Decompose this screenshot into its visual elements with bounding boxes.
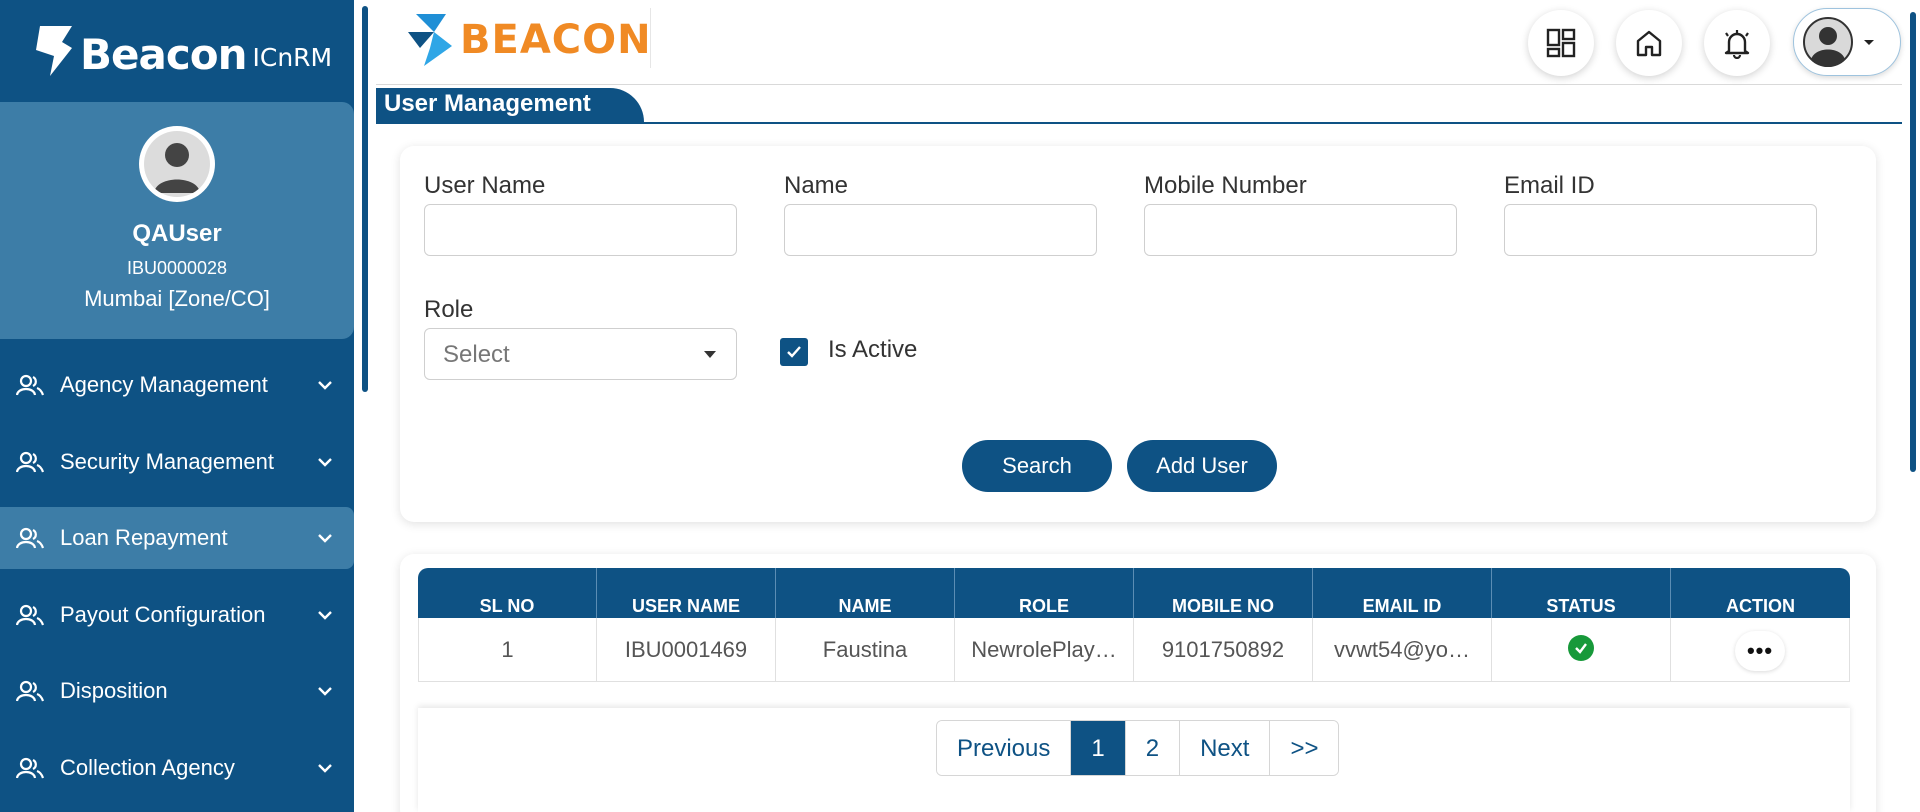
chevron-down-icon <box>318 611 332 620</box>
dashboard-icon <box>1546 28 1576 58</box>
users-icon <box>16 451 44 473</box>
chevron-down-icon <box>318 764 332 773</box>
check-icon <box>787 346 801 358</box>
user-profile-card: QAUser IBU0000028 Mumbai [Zone/CO] <box>0 102 354 339</box>
email-id-input[interactable] <box>1504 204 1817 256</box>
bell-icon <box>1724 30 1750 59</box>
avatar <box>139 126 215 202</box>
header-divider <box>650 8 651 68</box>
is-active-checkbox[interactable] <box>780 338 808 366</box>
email-id-label: Email ID <box>1504 172 1595 199</box>
brand-product: ICnRM <box>252 43 333 72</box>
name-label: Name <box>784 172 849 199</box>
pagination-bar: Previous 1 2 Next >> <box>418 708 1850 812</box>
table-header: SL NO USER NAME NAME ROLE MOBILE NO EMAI… <box>418 568 1850 618</box>
sidebar-brand: Beacon ICnRM <box>32 24 332 78</box>
beacon-logo-icon <box>36 26 72 76</box>
cell-name: Faustina <box>776 618 955 681</box>
role-select[interactable]: Select <box>424 328 737 380</box>
column-header-sl-no[interactable]: SL NO <box>418 568 597 618</box>
caret-down-icon <box>704 351 716 358</box>
sidebar-scrollbar[interactable] <box>362 6 368 392</box>
notifications-button[interactable] <box>1704 10 1770 76</box>
home-button[interactable] <box>1616 10 1682 76</box>
sidebar-item-security-management[interactable]: Security Management <box>0 431 354 493</box>
column-header-action[interactable]: ACTION <box>1671 568 1850 618</box>
page-title: User Management <box>376 88 644 122</box>
users-icon <box>16 604 44 626</box>
header-divider-line <box>376 84 1902 85</box>
home-icon <box>1636 30 1662 57</box>
users-icon <box>16 527 44 549</box>
header-logo[interactable]: BEACON <box>406 12 652 68</box>
page-scrollbar[interactable] <box>1910 12 1916 472</box>
cell-email-id: vvwt54@yo… <box>1313 618 1492 681</box>
role-label: Role <box>424 296 474 323</box>
cell-user-name: IBU0001469 <box>597 618 776 681</box>
sidebar-item-label: Collection Agency <box>60 755 235 780</box>
name-input[interactable] <box>784 204 1097 256</box>
profile-username: QAUser <box>132 220 222 247</box>
sidebar-item-loan-repayment[interactable]: Loan Repayment <box>0 507 354 569</box>
user-name-input[interactable] <box>424 204 737 256</box>
search-button[interactable]: Search <box>962 440 1112 492</box>
filter-card: User Name Name Mobile Number Email ID Ro… <box>400 146 1876 522</box>
table-row: 1 IBU0001469 Faustina NewrolePlay… 91017… <box>418 618 1850 682</box>
logo-text: BEACON <box>460 17 652 63</box>
column-header-name[interactable]: NAME <box>776 568 955 618</box>
page-1-button[interactable]: 1 <box>1071 721 1126 775</box>
more-options-button[interactable]: ••• <box>1735 631 1785 672</box>
title-underline <box>376 122 1902 124</box>
sidebar-item-payout-configuration[interactable]: Payout Configuration <box>0 584 354 646</box>
user-avatar-icon <box>154 143 200 193</box>
previous-page-button[interactable]: Previous <box>937 721 1072 775</box>
add-user-button[interactable]: Add User <box>1127 440 1277 492</box>
chevron-down-icon <box>318 381 332 390</box>
cell-action: ••• <box>1671 618 1850 681</box>
mobile-number-input[interactable] <box>1144 204 1457 256</box>
chevron-down-icon <box>318 534 332 543</box>
last-page-button[interactable]: >> <box>1270 721 1339 775</box>
users-icon <box>16 680 44 702</box>
column-header-status[interactable]: STATUS <box>1492 568 1671 618</box>
column-header-mobile-no[interactable]: MOBILE NO <box>1134 568 1313 618</box>
sidebar-item-agency-management[interactable]: Agency Management <box>0 354 354 416</box>
mobile-number-label: Mobile Number <box>1144 172 1307 199</box>
sidebar-item-disposition[interactable]: Disposition <box>0 660 354 722</box>
beacon-logo-icon <box>408 14 452 66</box>
caret-down-icon <box>1864 40 1874 45</box>
brand-name: Beacon <box>80 30 247 79</box>
sidebar-item-collection-agency[interactable]: Collection Agency <box>0 737 354 799</box>
sidebar-item-label: Disposition <box>60 678 168 703</box>
user-avatar-icon <box>1803 17 1853 68</box>
cell-sl-no: 1 <box>418 618 597 681</box>
chevron-down-icon <box>318 458 332 467</box>
sidebar-item-label: Loan Repayment <box>60 525 228 550</box>
column-header-email-id[interactable]: EMAIL ID <box>1313 568 1492 618</box>
page-2-button[interactable]: 2 <box>1125 721 1181 775</box>
users-icon <box>16 374 44 396</box>
users-icon <box>16 757 44 779</box>
user-menu-button[interactable] <box>1793 8 1901 76</box>
chevron-down-icon <box>318 687 332 696</box>
sidebar-item-label: Agency Management <box>60 372 268 397</box>
users-table: SL NO USER NAME NAME ROLE MOBILE NO EMAI… <box>418 568 1850 682</box>
profile-user-id: IBU0000028 <box>126 258 228 278</box>
profile-location: Mumbai [Zone/CO] <box>84 286 270 311</box>
cell-mobile-no: 9101750892 <box>1134 618 1313 681</box>
user-name-label: User Name <box>424 172 546 199</box>
sidebar: Beacon ICnRM QAUser IBU0000028 Mumbai [Z… <box>0 0 354 812</box>
next-page-button[interactable]: Next <box>1180 721 1271 775</box>
sidebar-item-label: Payout Configuration <box>60 602 266 627</box>
dashboard-button[interactable] <box>1528 10 1594 76</box>
pagination: Previous 1 2 Next >> <box>936 720 1340 776</box>
column-header-role[interactable]: ROLE <box>955 568 1134 618</box>
sidebar-item-label: Security Management <box>60 449 274 474</box>
role-selected-value: Select <box>443 341 510 368</box>
column-header-user-name[interactable]: USER NAME <box>597 568 776 618</box>
is-active-label: Is Active <box>828 336 918 363</box>
check-circle-icon <box>1568 635 1594 662</box>
cell-role: NewrolePlay… <box>955 618 1134 681</box>
cell-status <box>1492 618 1671 681</box>
